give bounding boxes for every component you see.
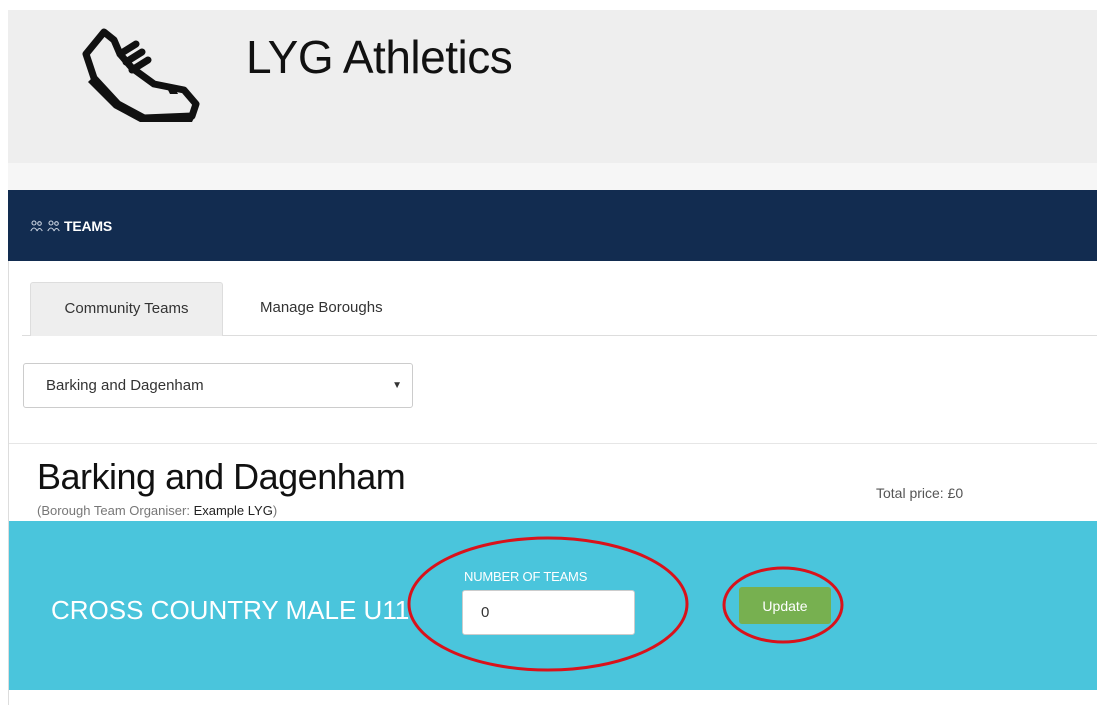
borough-select-value: Barking and Dagenham (46, 377, 204, 394)
borough-select[interactable]: Barking and Dagenham ▼ (23, 363, 413, 408)
organiser-info: (Borough Team Organiser: Example LYG) (37, 503, 277, 518)
app-title: LYG Athletics (246, 31, 513, 83)
panel-icons (30, 219, 60, 232)
tab-bar: Community Teams Manage Boroughs (22, 282, 1097, 336)
tab-manage-boroughs[interactable]: Manage Boroughs (239, 282, 404, 334)
divider (9, 443, 1097, 444)
site-header: LYG Athletics (8, 10, 1097, 163)
update-button[interactable]: Update (739, 587, 831, 624)
number-of-teams-input[interactable] (462, 590, 635, 635)
organiser-name: Example LYG (193, 503, 273, 518)
running-shoe-icon (82, 28, 200, 122)
teams-panel-header: TEAMS (8, 190, 1097, 261)
header-spacer (8, 163, 1097, 190)
organiser-suffix: ) (272, 503, 278, 518)
event-title: CROSS COUNTRY MALE U11 (51, 595, 410, 625)
organiser-prefix: (Borough Team Organiser: (37, 503, 194, 518)
users-icon (30, 219, 43, 231)
total-price: Total price: £0 (876, 485, 964, 501)
number-of-teams-label: NUMBER OF TEAMS (464, 569, 588, 584)
caret-down-icon: ▼ (392, 380, 402, 391)
tab-community-teams[interactable]: Community Teams (30, 282, 223, 336)
panel-title: TEAMS (64, 217, 113, 234)
users-icon (47, 219, 60, 231)
borough-heading: Barking and Dagenham (37, 456, 406, 497)
